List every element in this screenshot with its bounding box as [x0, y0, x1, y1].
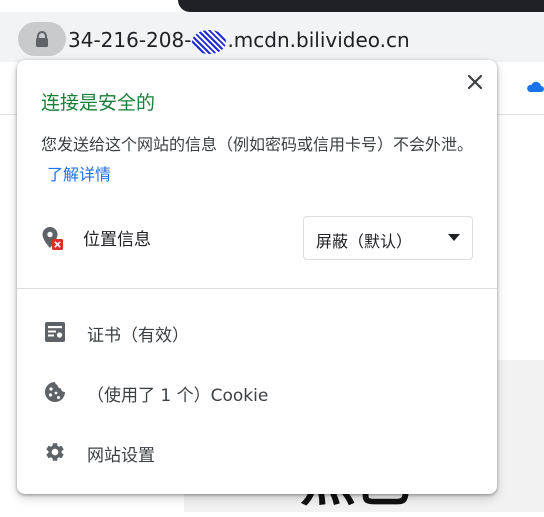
location-blocked-icon: [42, 227, 63, 250]
cloud-icon: [527, 81, 544, 92]
site-security-popup: 连接是安全的 您发送给这个网站的信息（例如密码或信用卡号）不会外泄。了解详情 位…: [17, 60, 497, 494]
security-description: 您发送给这个网站的信息（例如密码或信用卡号）不会外泄。了解详情: [41, 130, 481, 190]
chevron-down-icon: [448, 234, 460, 241]
learn-more-link[interactable]: 了解详情: [47, 165, 111, 184]
url-text[interactable]: 34-216-208- .mcdn.bilivideo.cn: [68, 26, 410, 54]
location-permission-select[interactable]: 屏蔽（默认）: [303, 216, 473, 260]
close-icon: [468, 75, 482, 89]
certificate-icon: [45, 322, 65, 342]
redacted-scribble: [192, 29, 227, 54]
site-settings-menu-item[interactable]: 网站设置: [17, 426, 497, 478]
description-text: 您发送给这个网站的信息（例如密码或信用卡号）不会外泄。: [41, 135, 474, 154]
close-button[interactable]: [463, 70, 487, 94]
certificate-label: 证书（有效）: [87, 326, 189, 346]
lock-icon: [36, 31, 48, 47]
cookie-icon: [45, 382, 65, 402]
certificate-menu-item[interactable]: 证书（有效）: [17, 306, 497, 358]
location-permission-row: 位置信息 屏蔽（默认）: [41, 216, 481, 262]
url-suffix: .mcdn.bilivideo.cn: [227, 28, 410, 52]
cookie-label: （使用了 1 个）Cookie: [87, 386, 269, 406]
url-prefix: 34-216-208-: [68, 28, 192, 52]
connection-secure-title: 连接是安全的: [41, 92, 156, 114]
cookie-menu-item[interactable]: （使用了 1 个）Cookie: [17, 366, 497, 418]
window-top-bar: [178, 0, 544, 12]
permission-selected-value: 屏蔽（默认）: [316, 232, 413, 251]
location-permission-label: 位置信息: [83, 230, 151, 250]
site-info-button[interactable]: [18, 22, 66, 56]
section-divider: [17, 288, 497, 289]
gear-icon: [46, 443, 64, 461]
site-settings-label: 网站设置: [87, 446, 155, 466]
